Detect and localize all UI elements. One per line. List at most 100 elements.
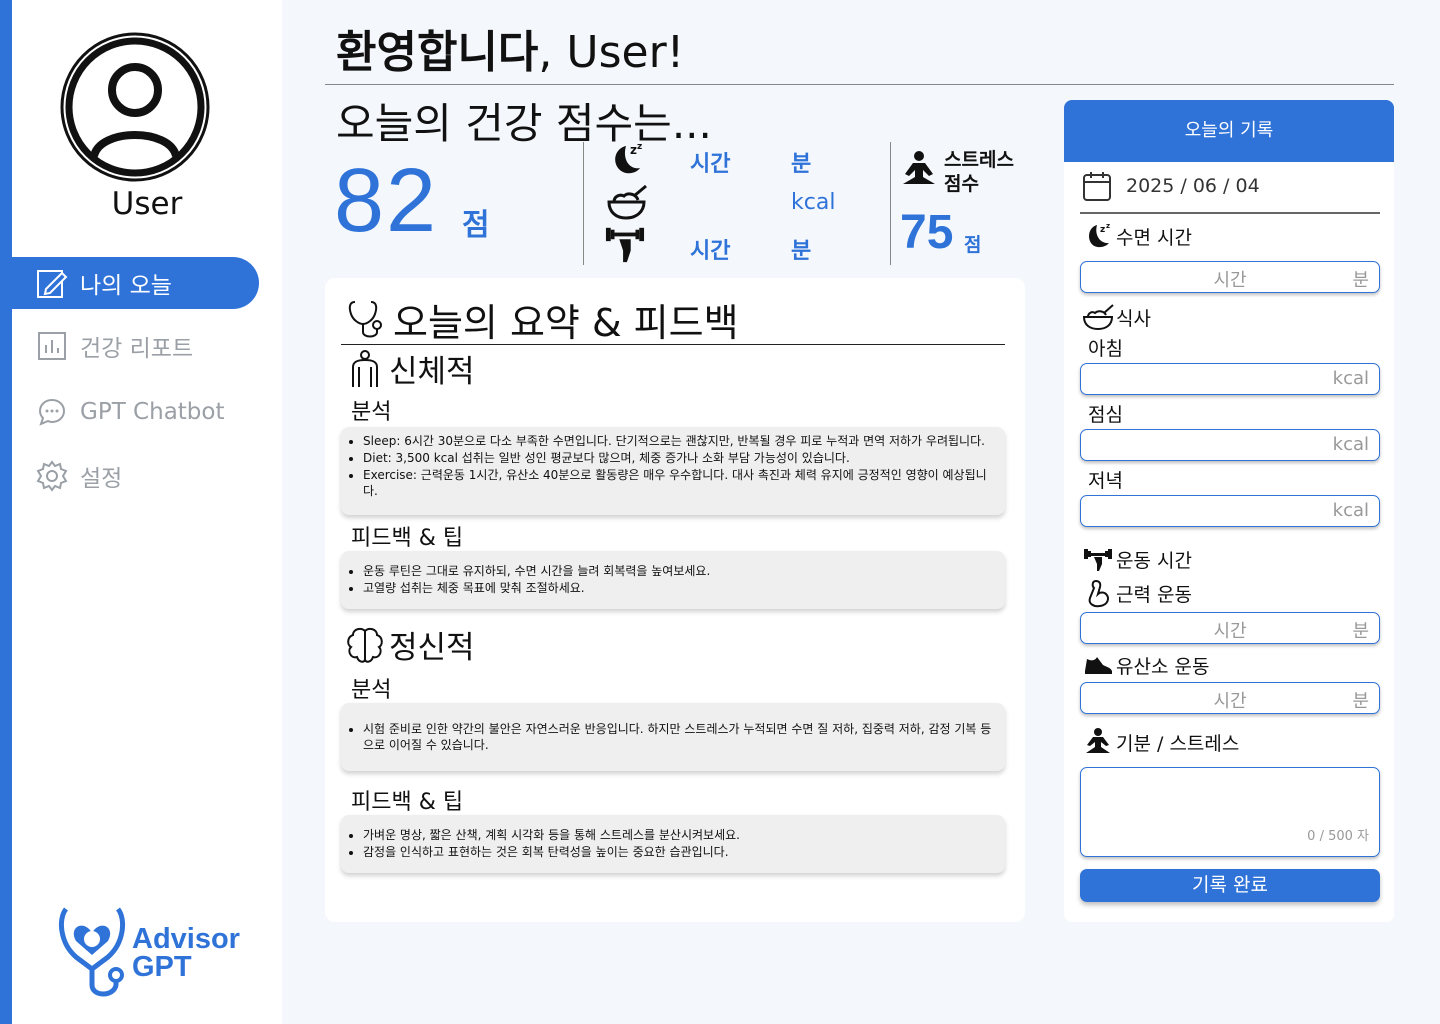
dinner-input[interactable]: kcal bbox=[1080, 495, 1380, 527]
cardio-time-placeholder: 시간 bbox=[1213, 691, 1247, 712]
list-item: 고열량 섭취는 체중 목표에 맞춰 조절하세요. bbox=[363, 580, 997, 596]
meditation-icon bbox=[1082, 727, 1114, 757]
svg-text:z: z bbox=[637, 142, 642, 152]
sleep-time-input[interactable]: 시간 분 bbox=[1080, 261, 1380, 293]
svg-text:z: z bbox=[630, 143, 637, 157]
physical-analysis-box: Sleep: 6시간 30분으로 다소 부족한 수면입니다. 단기적으로는 괜찮… bbox=[341, 427, 1005, 515]
list-item: 감정을 인식하고 표현하는 것은 회복 탄력성을 높이는 중요한 습관입니다. bbox=[363, 844, 997, 860]
mental-title-text: 정신적 bbox=[389, 630, 475, 666]
sleep-time-label-text: 수면 시간 bbox=[1116, 226, 1192, 249]
meal-bowl-icon bbox=[607, 184, 647, 220]
mood-stress-label-text: 기분 / 스트레스 bbox=[1116, 732, 1240, 755]
breakfast-input[interactable]: kcal bbox=[1080, 363, 1380, 395]
sleep-moon-icon: z z bbox=[615, 142, 642, 174]
date-value: 2025 / 06 / 04 bbox=[1126, 175, 1260, 197]
sidebar-item-gpt-chatbot[interactable]: GPT Chatbot bbox=[26, 386, 259, 438]
date-divider bbox=[1080, 212, 1380, 214]
sidebar-item-label: 나의 오늘 bbox=[80, 273, 172, 299]
sidebar: User 나의 오늘 건강 리포트 GPT Chatbot 설정 Advisor… bbox=[0, 0, 282, 1024]
mental-analysis-title: 분석 bbox=[351, 678, 392, 703]
stress-label-line1: 스트레스 bbox=[944, 149, 1014, 171]
sidebar-item-my-today[interactable]: 나의 오늘 bbox=[12, 257, 259, 309]
summary-title: 오늘의 요약 & 피드백 bbox=[347, 292, 739, 347]
stress-score-label: 스트레스 점수 bbox=[944, 148, 1014, 196]
logo-line1: Advisor bbox=[132, 923, 240, 955]
breakfast-label: 아침 bbox=[1088, 338, 1123, 360]
gear-icon bbox=[36, 460, 68, 492]
exercise-time-label-text: 운동 시간 bbox=[1116, 549, 1192, 572]
cardio-label: 유산소 운동 bbox=[1082, 650, 1209, 680]
welcome-title: 환영합니다, User! bbox=[336, 16, 684, 80]
lunch-input[interactable]: kcal bbox=[1080, 429, 1380, 461]
sneaker-icon bbox=[1082, 650, 1114, 680]
sleep-minute-unit: 분 bbox=[1352, 270, 1369, 291]
sleep-hours-label: 시간 bbox=[690, 152, 731, 177]
svg-text:z: z bbox=[1100, 225, 1105, 235]
meal-label-text: 식사 bbox=[1116, 307, 1151, 330]
physical-title-text: 신체적 bbox=[389, 354, 475, 390]
stethoscope-heart-icon bbox=[58, 907, 126, 997]
mood-stress-label: 기분 / 스트레스 bbox=[1082, 727, 1239, 757]
mental-feedback-box: 가벼운 명상, 짧은 산책, 계획 시각화 등을 통해 스트레스를 분산시켜보세… bbox=[341, 815, 1005, 873]
header-divider bbox=[325, 84, 1394, 85]
advisor-gpt-logo: Advisor GPT bbox=[58, 905, 248, 1001]
submit-record-button[interactable]: 기록 완료 bbox=[1080, 869, 1380, 902]
sidebar-item-label: GPT Chatbot bbox=[80, 399, 225, 425]
strength-time-placeholder: 시간 bbox=[1213, 621, 1247, 642]
list-item: 시험 준비로 인한 약간의 불안은 자연스러운 반응입니다. 하지만 스트레스가… bbox=[363, 721, 997, 753]
meal-label: 식사 bbox=[1082, 302, 1151, 332]
svg-text:z: z bbox=[1106, 222, 1110, 230]
mental-analysis-box: 시험 준비로 인한 약간의 불안은 자연스러운 반응입니다. 하지만 스트레스가… bbox=[341, 703, 1005, 771]
stress-score-value: 75 bbox=[900, 206, 954, 259]
list-item: Exercise: 근력운동 1시간, 유산소 40분으로 활동량은 매우 우수… bbox=[363, 467, 997, 499]
mood-stress-textarea[interactable]: 0 / 500 자 bbox=[1080, 767, 1380, 857]
list-item: 가벼운 명상, 짧은 산책, 계획 시각화 등을 통해 스트레스를 분산시켜보세… bbox=[363, 827, 997, 843]
logo-line2: GPT bbox=[132, 951, 192, 983]
health-score-value: 82 bbox=[334, 151, 439, 251]
list-item: 운동 루틴은 그대로 유지하되, 수면 시간을 늘려 회복력을 높여보세요. bbox=[363, 563, 997, 579]
exercise-time-label: 운동 시간 bbox=[1082, 544, 1192, 574]
exercise-hours-label: 시간 bbox=[690, 239, 731, 264]
score-title: 오늘의 건강 점수는... bbox=[336, 99, 712, 148]
list-item: Diet: 3,500 kcal 섭취는 일반 성인 평균보다 많으며, 체중 … bbox=[363, 450, 997, 466]
summary-divider bbox=[341, 344, 1005, 345]
strength-time-input[interactable]: 시간 분 bbox=[1080, 612, 1380, 644]
cardio-time-input[interactable]: 시간 분 bbox=[1080, 682, 1380, 714]
chat-bubble-icon bbox=[36, 396, 68, 428]
mental-feedback-title: 피드백 & 팁 bbox=[351, 790, 464, 815]
exercise-minutes-label: 분 bbox=[791, 239, 812, 264]
date-picker[interactable]: 2025 / 06 / 04 bbox=[1082, 170, 1260, 202]
strength-minute-unit: 분 bbox=[1352, 621, 1369, 642]
dinner-label: 저녁 bbox=[1088, 470, 1123, 492]
stress-label-line2: 점수 bbox=[944, 173, 979, 195]
mental-section-title: 정신적 bbox=[345, 622, 475, 667]
daily-record-panel: 오늘의 기록 2025 / 06 / 04 zz 수면 시간 시간 분 식사 아… bbox=[1064, 100, 1394, 922]
kcal-unit: kcal bbox=[1332, 368, 1369, 389]
sidebar-item-health-report[interactable]: 건강 리포트 bbox=[26, 320, 259, 372]
sleep-moon-icon: zz bbox=[1082, 221, 1114, 251]
stress-score-unit: 점 bbox=[964, 234, 982, 256]
physical-analysis-title: 분석 bbox=[351, 400, 392, 425]
bicep-icon bbox=[1082, 578, 1114, 608]
meal-bowl-icon bbox=[1082, 302, 1114, 332]
lunch-label: 점심 bbox=[1088, 404, 1123, 426]
summary-card: 오늘의 요약 & 피드백 신체적 분석 Sleep: 6시간 30분으로 다소 … bbox=[325, 278, 1025, 922]
sleep-time-label: zz 수면 시간 bbox=[1082, 221, 1192, 251]
physical-feedback-box: 운동 루틴은 그대로 유지하되, 수면 시간을 늘려 회복력을 높여보세요. 고… bbox=[341, 551, 1005, 609]
body-icon bbox=[352, 349, 378, 387]
welcome-text: 환영합니다 bbox=[336, 27, 539, 78]
score-divider-2 bbox=[890, 142, 891, 265]
sidebar-item-label: 건강 리포트 bbox=[80, 336, 194, 362]
avatar[interactable] bbox=[60, 32, 210, 182]
kcal-unit: kcal bbox=[1332, 500, 1369, 521]
physical-section-title: 신체적 bbox=[345, 346, 475, 391]
strength-label: 근력 운동 bbox=[1082, 578, 1192, 608]
record-title: 오늘의 기록 bbox=[1064, 100, 1394, 162]
char-counter: 0 / 500 자 bbox=[1307, 829, 1369, 844]
calendar-icon bbox=[1083, 172, 1111, 201]
diet-kcal-label: kcal bbox=[791, 190, 836, 215]
cardio-label-text: 유산소 운동 bbox=[1116, 655, 1210, 678]
sidebar-item-label: 설정 bbox=[80, 466, 123, 492]
sleep-minutes-label: 분 bbox=[791, 152, 812, 177]
sidebar-item-settings[interactable]: 설정 bbox=[26, 450, 259, 502]
